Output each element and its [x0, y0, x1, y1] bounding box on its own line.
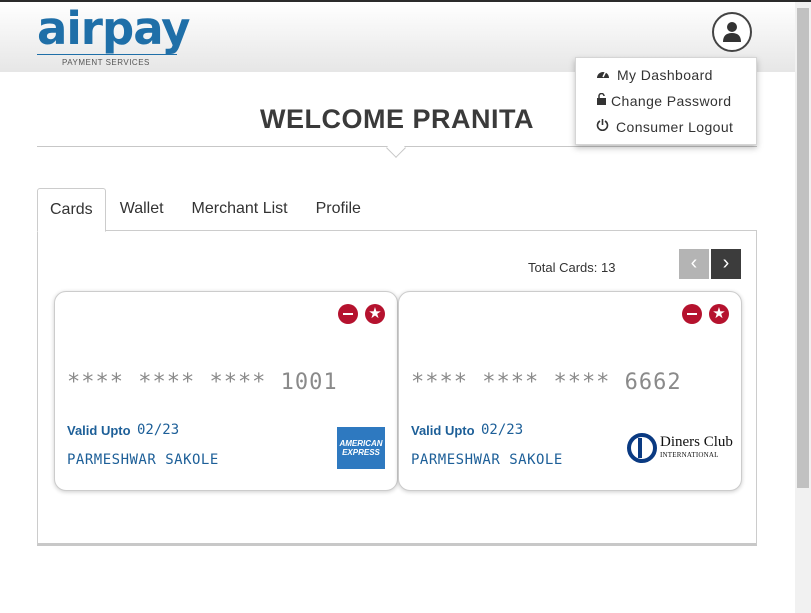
- title-divider-notch: [386, 138, 406, 158]
- saved-card[interactable]: ★ **** **** **** 6662 Valid Upto 02/23 P…: [398, 291, 742, 491]
- valid-upto-value: 02/23: [137, 422, 180, 438]
- card-holder-name: PARMESHWAR SAKOLE: [411, 452, 563, 468]
- amex-logo-line1: AMERICAN: [339, 439, 383, 448]
- airpay-logo[interactable]: airpay PAYMENT SERVICES: [37, 4, 191, 68]
- chevron-right-icon: ›: [722, 252, 730, 274]
- favorite-card-button[interactable]: ★: [709, 304, 729, 324]
- logo-tagline: PAYMENT SERVICES: [62, 58, 150, 67]
- valid-upto-label: Valid Upto: [67, 423, 131, 438]
- diners-club-emblem-icon: [627, 433, 657, 463]
- user-dropdown-menu: My Dashboard Change Password Consumer Lo…: [575, 57, 757, 145]
- menu-item-change-password[interactable]: Change Password: [576, 91, 756, 117]
- tab-cards[interactable]: Cards: [37, 188, 106, 232]
- user-avatar-icon: [723, 22, 741, 42]
- menu-item-my-dashboard[interactable]: My Dashboard: [576, 65, 756, 91]
- remove-card-button[interactable]: [682, 304, 702, 324]
- logo-divider: [37, 54, 177, 55]
- amex-logo: AMERICAN EXPRESS: [337, 427, 385, 469]
- menu-item-label: My Dashboard: [617, 67, 713, 83]
- vertical-scrollbar[interactable]: [795, 2, 811, 613]
- dashboard-icon: [596, 65, 612, 85]
- tab-profile[interactable]: Profile: [302, 188, 375, 231]
- remove-card-button[interactable]: [338, 304, 358, 324]
- saved-card[interactable]: ★ **** **** **** 1001 Valid Upto 02/23 P…: [54, 291, 398, 491]
- favorite-card-button[interactable]: ★: [365, 304, 385, 324]
- tab-wallet[interactable]: Wallet: [106, 188, 178, 231]
- logo-wordmark: airpay: [37, 2, 191, 55]
- chevron-left-icon: ‹: [690, 252, 698, 274]
- user-menu-button[interactable]: [712, 12, 752, 52]
- menu-item-label: Consumer Logout: [616, 119, 734, 135]
- power-icon: [596, 117, 612, 137]
- card-number: **** **** **** 6662: [411, 370, 682, 395]
- star-icon: ★: [368, 305, 382, 322]
- diners-logo-line1: Diners Club: [660, 434, 733, 450]
- amex-logo-line2: EXPRESS: [342, 448, 380, 457]
- star-icon: ★: [712, 305, 726, 322]
- menu-item-consumer-logout[interactable]: Consumer Logout: [576, 117, 756, 143]
- diners-club-logo: Diners Club INTERNATIONAL: [627, 433, 733, 463]
- total-cards-count: Total Cards: 13: [528, 260, 616, 275]
- lock-icon: [597, 91, 607, 111]
- next-cards-button[interactable]: ›: [711, 249, 741, 279]
- cards-panel: Total Cards: 13 ‹ › ★ **** **** **** 100…: [37, 230, 757, 546]
- valid-upto-value: 02/23: [481, 422, 524, 438]
- menu-item-label: Change Password: [611, 93, 732, 109]
- card-number: **** **** **** 1001: [67, 370, 338, 395]
- card-holder-name: PARMESHWAR SAKOLE: [67, 452, 219, 468]
- tab-merchant-list[interactable]: Merchant List: [178, 188, 302, 231]
- prev-cards-button[interactable]: ‹: [679, 249, 709, 279]
- valid-upto-label: Valid Upto: [411, 423, 475, 438]
- scrollbar-thumb[interactable]: [797, 8, 809, 488]
- tab-bar: Cards Wallet Merchant List Profile: [37, 188, 375, 232]
- diners-logo-line2: INTERNATIONAL: [660, 451, 719, 459]
